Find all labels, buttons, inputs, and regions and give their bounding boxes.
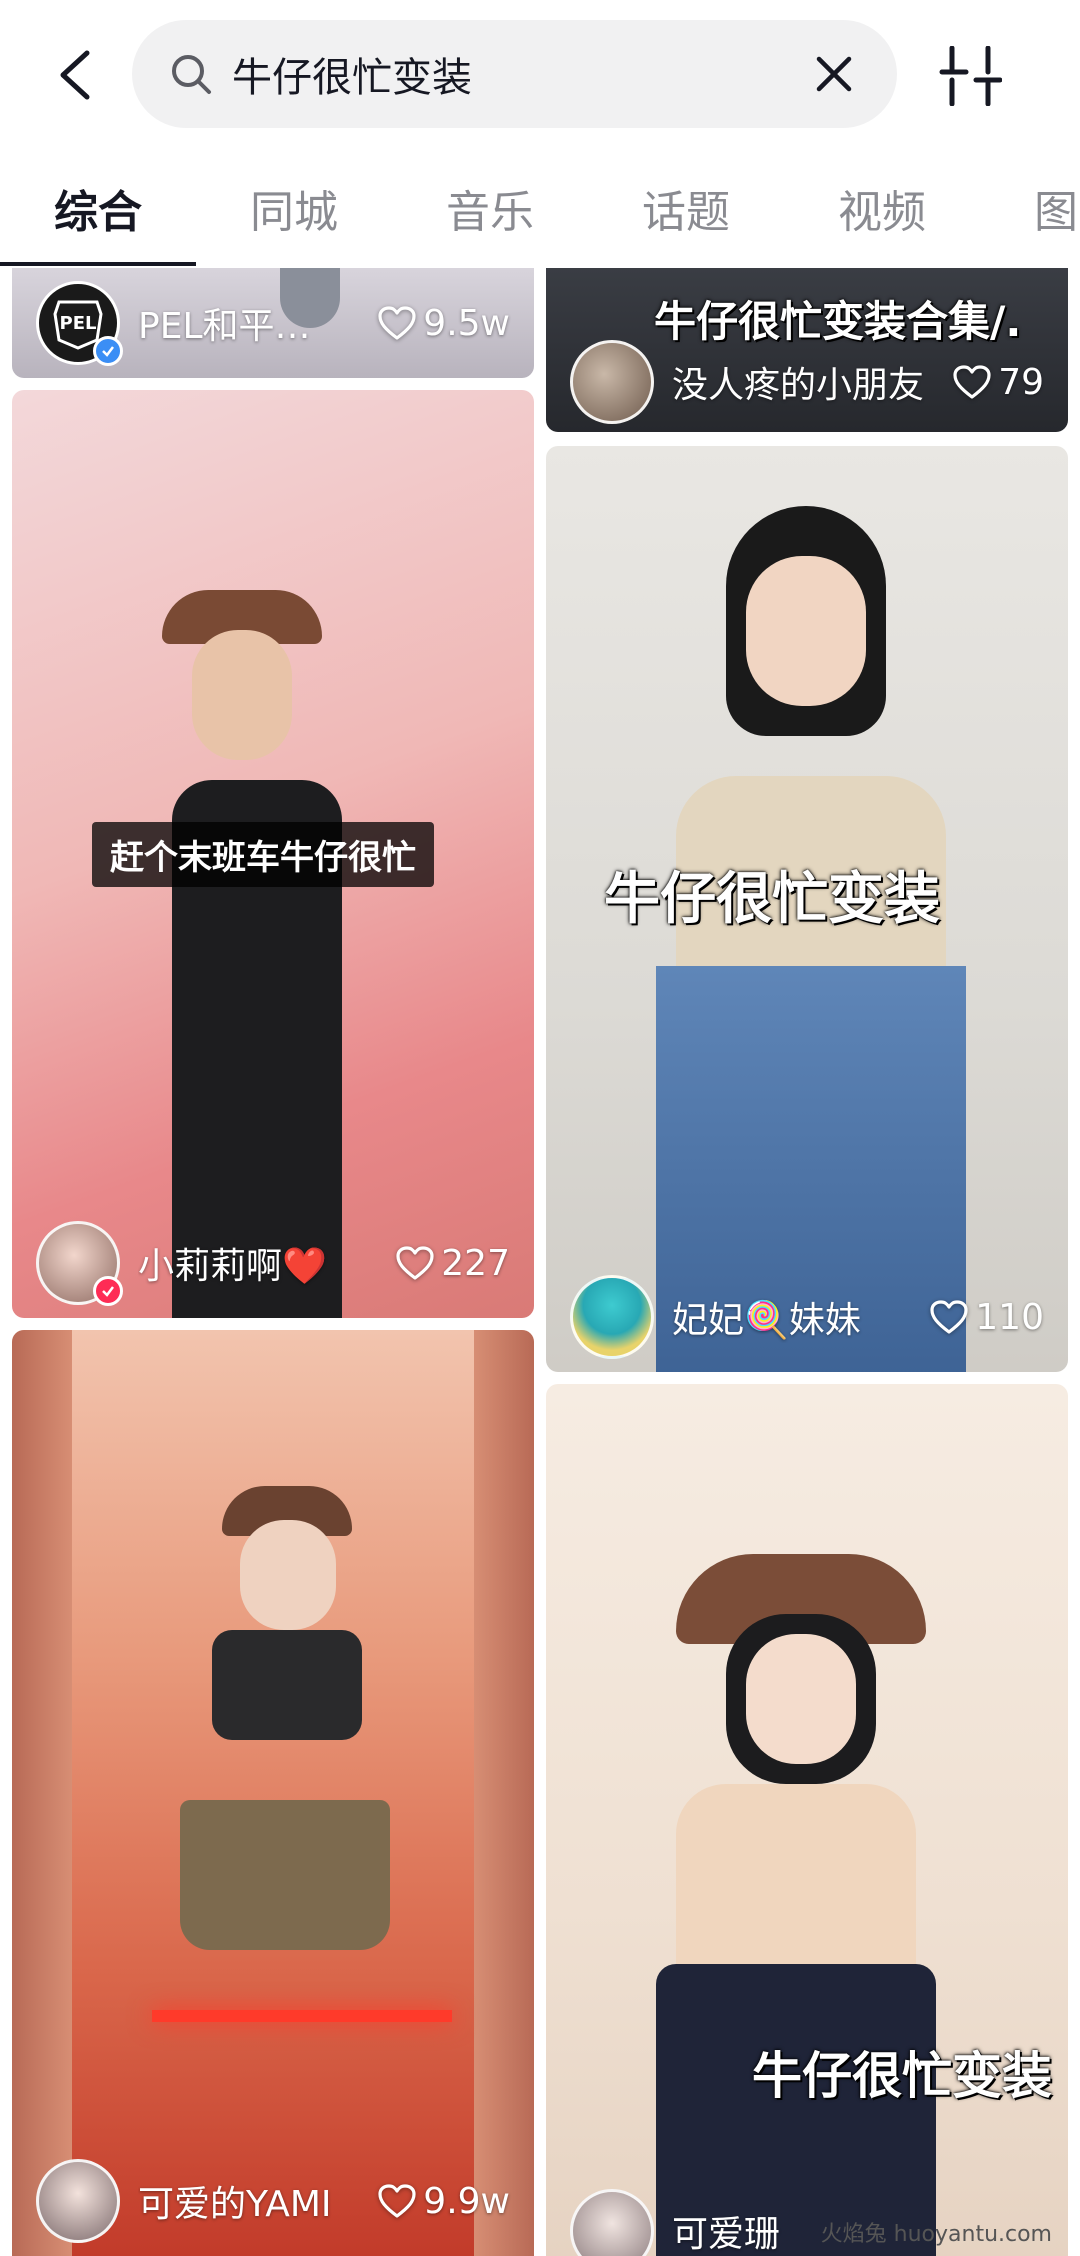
video-card[interactable]: 赶个末班车牛仔很忙 小莉莉啊❤️ 227 (12, 390, 534, 1318)
filter-button[interactable] (930, 36, 1010, 116)
verified-badge-icon (93, 336, 123, 366)
avatar[interactable] (570, 2189, 654, 2256)
tab-topics[interactable]: 话题 (642, 176, 730, 240)
heart-icon (953, 365, 991, 399)
thumbnail-figure (474, 1330, 534, 2256)
video-card[interactable]: 牛仔很忙变装 可爱珊 火焰兔 huoyantu.com (546, 1384, 1068, 2256)
thumbnail-figure (12, 1330, 72, 2256)
video-caption: 牛仔很忙变装 (604, 866, 940, 932)
like-count: 9.5w (377, 303, 510, 344)
avatar[interactable] (570, 1275, 654, 1359)
heart-icon (378, 306, 416, 340)
like-count: 9.9w (377, 2181, 510, 2222)
tab-comprehensive[interactable]: 综合 (54, 176, 142, 240)
like-count: 79 (952, 362, 1044, 403)
tab-videos[interactable]: 视频 (838, 176, 926, 240)
avatar[interactable]: PEL (36, 281, 123, 366)
thumbnail-figure (180, 1800, 390, 1950)
heart-icon (396, 1246, 434, 1280)
tab-images[interactable]: 图 (1034, 176, 1078, 240)
heart-icon (930, 1300, 968, 1334)
clear-search-button[interactable] (799, 39, 869, 109)
thumbnail-figure (676, 1784, 916, 1984)
like-count: 110 (929, 1297, 1044, 1338)
back-arrow-icon (60, 50, 90, 100)
tab-music[interactable]: 音乐 (446, 176, 534, 240)
heart-icon (378, 2184, 416, 2218)
watermark: 火焰兔 huoyantu.com (820, 2222, 1052, 2247)
thumbnail-figure (746, 556, 866, 706)
author-name: 妃妃🍭妹妹 (672, 1300, 861, 1341)
video-caption: 赶个末班车牛仔很忙 (92, 822, 434, 887)
search-query[interactable]: 牛仔很忙变装 (232, 45, 799, 103)
video-card[interactable]: PEL PEL和平… 9.5w (12, 268, 534, 378)
filter-sliders-icon (939, 46, 1002, 106)
video-caption: 牛仔很忙变装 (752, 2047, 1052, 2105)
search-input[interactable]: 牛仔很忙变装 (132, 20, 897, 128)
thumbnail-figure (240, 1520, 336, 1630)
close-icon (816, 56, 852, 92)
video-card[interactable]: 牛仔很忙变装合集/. 没人疼的小朋友 79 (546, 268, 1068, 432)
verified-badge-icon (93, 1276, 123, 1306)
like-count: 227 (395, 1243, 510, 1284)
author-name: PEL和平… (138, 306, 311, 347)
video-thumbnail (12, 1330, 534, 2256)
thumbnail-figure (746, 1634, 856, 1764)
thumbnail-figure (192, 630, 292, 760)
avatar[interactable] (36, 1221, 123, 1306)
thumbnail-figure (152, 2010, 452, 2022)
author-name: 没人疼的小朋友 (672, 365, 925, 406)
avatar[interactable] (570, 340, 654, 424)
video-card[interactable]: 牛仔很忙变装 妃妃🍭妹妹 110 (546, 446, 1068, 1372)
thumbnail-figure (212, 1630, 362, 1740)
video-card[interactable]: 可爱的YAMI 9.9w (12, 1330, 534, 2256)
svg-text:PEL: PEL (60, 313, 97, 334)
back-button[interactable] (40, 40, 110, 110)
author-name: 小莉莉啊❤️ (138, 1246, 327, 1287)
search-header: 牛仔很忙变装 (0, 0, 1080, 150)
author-name: 可爱的YAMI (138, 2184, 332, 2225)
category-tabs: 综合 同城 音乐 话题 视频 图 (0, 160, 1080, 266)
search-icon (168, 51, 214, 97)
tab-local[interactable]: 同城 (250, 176, 338, 240)
active-tab-indicator (0, 262, 196, 266)
avatar[interactable] (36, 2159, 120, 2243)
